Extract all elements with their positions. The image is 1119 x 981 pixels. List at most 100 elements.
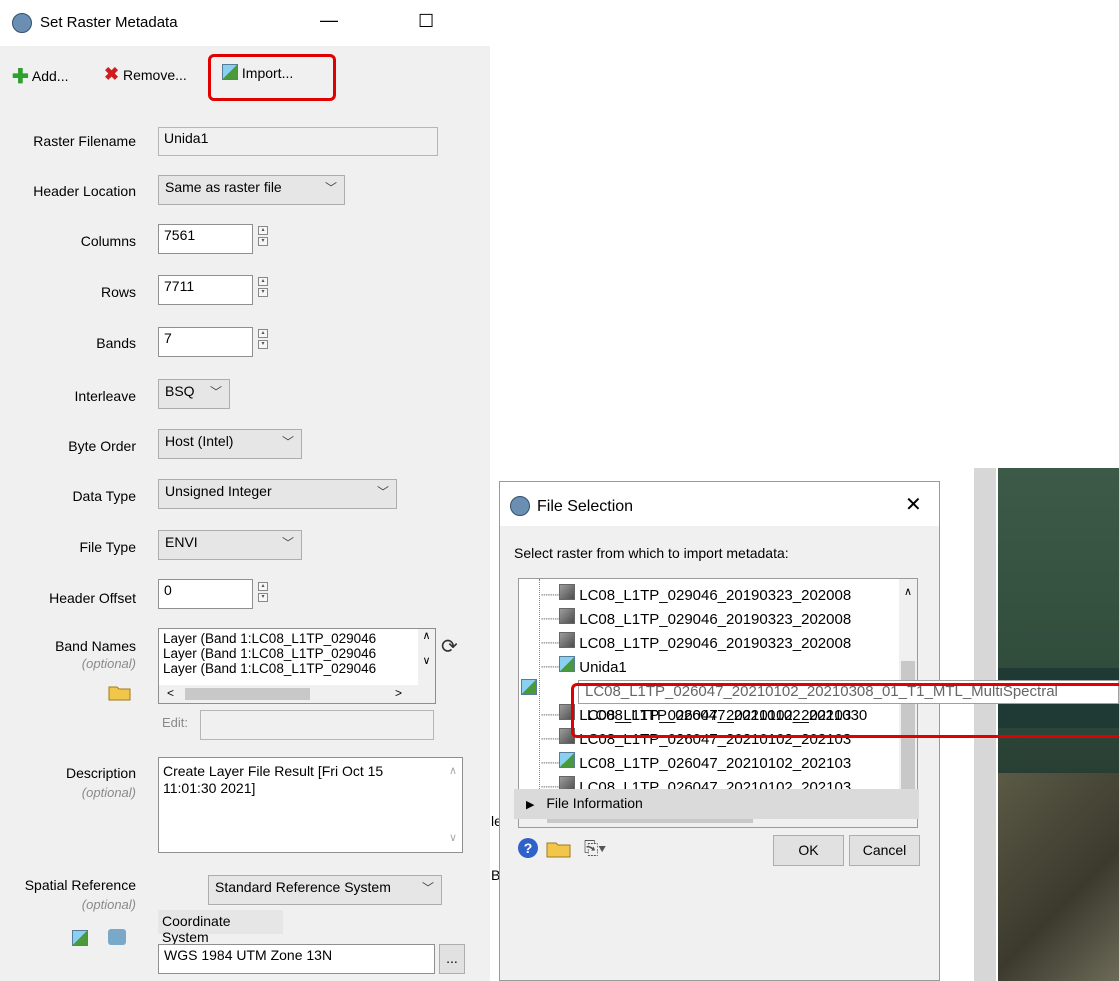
raster-icon bbox=[559, 632, 576, 648]
bands-stepper[interactable]: ▴ ▾ bbox=[258, 329, 268, 349]
dialog-title: Set Raster Metadata bbox=[40, 14, 178, 31]
columns-input[interactable]: 7561 bbox=[158, 224, 253, 254]
image-icon bbox=[559, 656, 576, 672]
chevron-down-icon: ﹀ bbox=[281, 435, 294, 449]
image-icon bbox=[521, 679, 537, 695]
rows-label: Rows bbox=[100, 284, 136, 300]
file-information-section[interactable]: ▶ File Information bbox=[514, 789, 919, 819]
edit-label: Edit: bbox=[162, 715, 189, 730]
spatial-reference-label: Spatial Reference bbox=[24, 877, 136, 893]
view-projection-icon[interactable] bbox=[108, 929, 126, 945]
tree-item-label: LC08_L1TP_026047_20210102_202103 bbox=[579, 755, 852, 772]
add-button[interactable]: ✚ Add... bbox=[12, 64, 68, 89]
header-location-select[interactable]: Same as raster file ﹀ bbox=[158, 175, 345, 205]
tree-item[interactable]: ┈┈ LC08_L1TP_029046_20190323_202008 bbox=[541, 608, 851, 628]
band-name-item[interactable]: Layer (Band 1:LC08_L1TP_029046 bbox=[163, 646, 376, 661]
band-names-vscroll[interactable]: ∧ ∨ bbox=[418, 629, 435, 687]
description-line: 11:01:30 2021] bbox=[163, 780, 256, 796]
tree-item-label: LC08_L1TP_029046_20190323_202008 bbox=[579, 587, 852, 604]
rows-input[interactable]: 7711 bbox=[158, 275, 253, 305]
app-icon bbox=[12, 13, 32, 33]
import-projection-icon[interactable] bbox=[72, 930, 88, 946]
chevron-down-icon: ﹀ bbox=[421, 881, 434, 895]
tree-item-partial[interactable] bbox=[521, 679, 537, 699]
coordinate-system-field[interactable]: WGS 1984 UTM Zone 13N bbox=[158, 944, 435, 974]
file-selection-prompt: Select raster from which to import metad… bbox=[514, 545, 789, 561]
description-label: Description bbox=[65, 765, 136, 781]
delete-x-icon: ✖ bbox=[104, 64, 120, 84]
browse-button[interactable]: ... bbox=[439, 944, 465, 974]
tree-item[interactable]: ┈┈ LC08_L1TP_029046_20190323_202008 bbox=[541, 632, 851, 652]
reference-system-select[interactable]: Standard Reference System ﹀ bbox=[208, 875, 442, 905]
minimize-button[interactable]: — bbox=[320, 10, 338, 31]
coordinate-system-header: Coordinate System bbox=[158, 910, 283, 945]
tree-item-label: LC08_L1TP_029046_20190323_202008 bbox=[579, 611, 852, 628]
folder-icon[interactable] bbox=[108, 683, 132, 701]
expand-triangle-icon: ▶ bbox=[526, 799, 535, 811]
options-dropdown-icon[interactable]: ⎘▾ bbox=[584, 838, 606, 859]
remove-label: Remove... bbox=[122, 67, 187, 83]
header-offset-input[interactable]: 0 bbox=[158, 579, 253, 609]
raster-filename-label: Raster Filename bbox=[33, 133, 136, 149]
columns-stepper[interactable]: ▴ ▾ bbox=[258, 226, 268, 246]
band-names-hscroll[interactable]: < > bbox=[159, 685, 435, 703]
raster-icon bbox=[559, 584, 576, 600]
tree-item[interactable]: ┈┈ Unida1 bbox=[541, 656, 627, 676]
band-name-edit-field[interactable] bbox=[200, 710, 434, 740]
cancel-button[interactable]: Cancel bbox=[849, 835, 920, 866]
tree-item-label: LC08_L1TP_029046_20190323_202008 bbox=[579, 635, 852, 652]
chevron-down-icon: ﹀ bbox=[281, 536, 294, 550]
selection-highlight-box bbox=[571, 683, 1119, 738]
file-selection-title: File Selection bbox=[537, 498, 634, 515]
byte-order-select[interactable]: Host (Intel) ﹀ bbox=[158, 429, 302, 459]
interleave-label: Interleave bbox=[74, 388, 136, 404]
band-names-label: Band Names bbox=[55, 638, 136, 654]
help-icon[interactable]: ? bbox=[518, 838, 538, 858]
data-type-select[interactable]: Unsigned Integer ﹀ bbox=[158, 479, 397, 509]
bands-input[interactable]: 7 bbox=[158, 327, 253, 357]
tree-item-label: Unida1 bbox=[579, 659, 627, 676]
plus-icon: ✚ bbox=[12, 66, 29, 88]
byte-order-label: Byte Order bbox=[68, 438, 136, 454]
reference-system-value: Standard Reference System bbox=[215, 879, 391, 895]
columns-label: Columns bbox=[80, 233, 136, 249]
add-label: Add... bbox=[31, 68, 69, 84]
header-offset-label: Header Offset bbox=[49, 590, 136, 606]
interleave-value: BSQ bbox=[165, 383, 195, 399]
description-vscroll[interactable]: ∧ ∨ bbox=[444, 758, 462, 852]
rows-stepper[interactable]: ▴ ▾ bbox=[258, 277, 268, 297]
header-offset-stepper[interactable]: ▴ ▾ bbox=[258, 582, 268, 602]
close-icon[interactable]: ✕ bbox=[905, 492, 922, 517]
chevron-down-icon: ﹀ bbox=[209, 385, 222, 399]
data-type-value: Unsigned Integer bbox=[165, 483, 272, 499]
file-type-label: File Type bbox=[79, 539, 136, 555]
refresh-icon[interactable]: ⟳ bbox=[441, 634, 458, 659]
chevron-down-icon: ﹀ bbox=[376, 485, 389, 499]
maximize-button[interactable]: ☐ bbox=[418, 11, 434, 32]
import-highlight-box bbox=[208, 54, 336, 101]
raster-filename-field[interactable]: Unida1 bbox=[158, 127, 438, 156]
tree-item[interactable]: ┈┈ LC08_L1TP_026047_20210102_202103 bbox=[541, 752, 851, 772]
description-optional: (optional) bbox=[81, 785, 136, 800]
header-location-value: Same as raster file bbox=[165, 179, 282, 195]
data-type-label: Data Type bbox=[72, 488, 136, 504]
remove-button[interactable]: ✖ Remove... bbox=[104, 64, 187, 85]
set-raster-metadata-dialog: Set Raster Metadata — ☐ ✚ Add... ✖ Remov… bbox=[0, 0, 490, 981]
file-type-value: ENVI bbox=[165, 534, 198, 550]
band-name-item[interactable]: Layer (Band 1:LC08_L1TP_029046 bbox=[163, 631, 376, 646]
bands-label: Bands bbox=[96, 335, 136, 351]
ok-button[interactable]: OK bbox=[773, 835, 844, 866]
image-icon bbox=[559, 752, 576, 768]
band-names-list[interactable]: Layer (Band 1:LC08_L1TP_029046 Layer (Ba… bbox=[158, 628, 436, 704]
interleave-select[interactable]: BSQ ﹀ bbox=[158, 379, 230, 409]
band-name-item[interactable]: Layer (Band 1:LC08_L1TP_029046 bbox=[163, 661, 376, 676]
header-location-label: Header Location bbox=[33, 183, 136, 199]
raster-icon bbox=[559, 608, 576, 624]
byte-order-value: Host (Intel) bbox=[165, 433, 234, 449]
description-textarea[interactable]: Create Layer File Result [Fri Oct 15 11:… bbox=[158, 757, 463, 853]
file-type-select[interactable]: ENVI ﹀ bbox=[158, 530, 302, 560]
hscroll-thumb[interactable] bbox=[185, 688, 310, 700]
file-information-label: File Information bbox=[546, 795, 643, 811]
open-folder-icon[interactable] bbox=[546, 838, 572, 861]
tree-item[interactable]: ┈┈ LC08_L1TP_029046_20190323_202008 bbox=[541, 584, 851, 604]
